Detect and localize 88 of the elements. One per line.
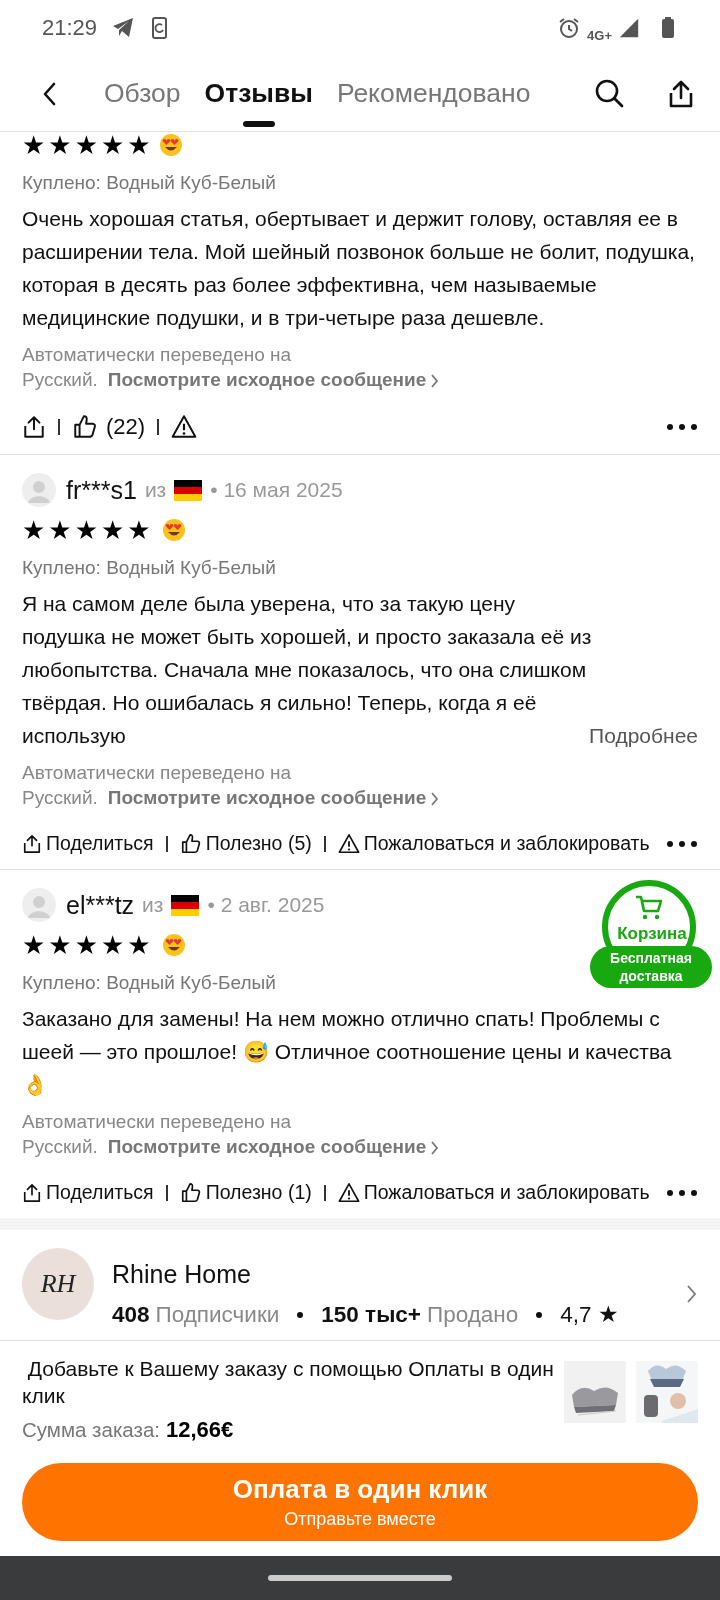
dot-icon: [297, 1311, 304, 1318]
followers-label: Подписчики: [155, 1301, 280, 1328]
original-link[interactable]: Посмотрите исходное сообщение: [107, 787, 440, 808]
share-icon: [22, 1182, 42, 1203]
share-button[interactable]: [22, 415, 46, 439]
heart-eyes-emoji-icon: [161, 518, 186, 542]
total-amount: 12,66€: [166, 1417, 234, 1443]
helpful-button[interactable]: Полезно (1): [179, 1181, 312, 1204]
from-label: из: [142, 893, 164, 917]
store-name: Rhine Home: [112, 1260, 252, 1289]
purchased-variant: Куплено: Водный Куб-Белый: [22, 557, 276, 579]
flag-icon: [174, 479, 203, 501]
review-text: Очень хорошая статья, обертывает и держит голову, оставляя ее в расширении тела. Мой шейный позвонок больше не болит, подушка, которая в десять раз более эффективна, чем называемые медицинские подушки, и в три-четыре раза дешевле.: [22, 207, 695, 329]
tab[interactable]: Обзор: [104, 78, 181, 127]
followers-count: 408: [112, 1301, 150, 1328]
star-icon: ★: [74, 517, 98, 543]
share-icon: [22, 415, 46, 439]
more-icon[interactable]: [666, 1188, 698, 1197]
star-icon: ★: [100, 932, 125, 958]
share-button[interactable]: Поделиться: [22, 832, 154, 855]
avatar-icon: [22, 888, 56, 922]
star-icon: ★: [22, 517, 46, 543]
star-icon: ★: [22, 132, 46, 158]
chevron-icon: [430, 792, 440, 806]
share-icon: [22, 833, 42, 854]
star-icon: ★: [127, 517, 151, 543]
thumbs-up-icon: [179, 832, 202, 855]
store-logo: RH: [22, 1248, 94, 1320]
star-icon: ★: [48, 132, 72, 158]
chevron-icon: [430, 1141, 440, 1155]
warning-icon: [337, 832, 360, 855]
star-icon: ★: [100, 517, 125, 543]
review-text: Заказано для замены! На нем можно отлично спать! Проблемы с шеей — это прошлое! 😅 Отличное соотношение цены и качества 👌: [22, 1007, 672, 1096]
star-icon: ★: [22, 932, 46, 958]
translation-note: Автоматически переведено на Русский. Посмотрите исходное сообщение: [22, 342, 698, 392]
more-icon[interactable]: [666, 839, 698, 848]
report-button[interactable]: [171, 414, 198, 440]
sold-label: Продано: [427, 1301, 519, 1328]
order-message: Добавьте к Вашему заказу с помощью Оплаты в один клик: [22, 1356, 554, 1409]
star-icon: ★: [48, 517, 72, 543]
flag-icon: [171, 894, 200, 916]
clock-time: 21:29: [42, 15, 98, 41]
star-icon: ★: [48, 932, 72, 958]
sold-count: 150 тыс+: [321, 1301, 421, 1328]
from-label: из: [144, 478, 167, 502]
helpful-button[interactable]: (22): [72, 414, 146, 440]
original-link[interactable]: Посмотрите исходное сообщение: [107, 369, 440, 390]
search-icon[interactable]: [594, 77, 626, 110]
heart-eyes-emoji-icon: [158, 133, 183, 157]
warning-icon: [171, 414, 198, 440]
telegram-icon: [111, 16, 136, 40]
heart-eyes-emoji-icon: [161, 933, 186, 957]
dot-icon: [536, 1311, 543, 1318]
star-icon: ★: [74, 132, 98, 158]
chevron-right-icon[interactable]: [686, 1285, 696, 1303]
thumbs-up-icon: [72, 414, 98, 440]
original-link[interactable]: Посмотрите исходное сообщение: [107, 1136, 440, 1157]
thumbs-up-icon: [179, 1181, 202, 1204]
more-icon[interactable]: [666, 423, 698, 431]
review-date: • 2 авг. 2025: [207, 893, 325, 917]
home-handle[interactable]: [268, 1575, 452, 1581]
cart-icon: [634, 894, 664, 922]
more-link[interactable]: Подробнее: [589, 719, 698, 752]
user-name: fr***s1: [66, 475, 137, 505]
total-label: Сумма заказа:: [22, 1418, 160, 1442]
report-button[interactable]: Пожаловаться и заблокировать: [337, 832, 650, 855]
purchased-variant: Куплено: Водный Куб-Белый: [22, 972, 276, 994]
store-rating: 4,7: [560, 1301, 592, 1328]
star-icon: ★: [100, 132, 125, 158]
review-date: • 16 мая 2025: [210, 478, 343, 502]
translation-note: Автоматически переведено на Русский. Посмотрите исходное сообщение: [22, 1109, 698, 1159]
tab[interactable]: Отзывы: [204, 78, 313, 127]
star-icon: ★: [127, 132, 151, 158]
translation-note: Автоматически переведено на Русский. Посмотрите исходное сообщение: [22, 760, 698, 810]
tab[interactable]: Рекомендовано: [336, 78, 531, 127]
star-icon: ★: [597, 1301, 619, 1328]
report-button[interactable]: Пожаловаться и заблокировать: [337, 1181, 650, 1204]
purchased-variant: Куплено: Водный Куб-Белый: [22, 172, 276, 194]
share-button[interactable]: Поделиться: [22, 1181, 154, 1204]
signal-icon: [618, 17, 640, 39]
avatar-icon: [22, 473, 56, 507]
chevron-icon: [430, 374, 440, 388]
helpful-button[interactable]: Полезно (5): [179, 832, 312, 855]
star-icon: ★: [74, 932, 98, 958]
star-icon: ★: [127, 932, 151, 958]
user-name: el***tz: [66, 890, 135, 920]
network-type: 4G+: [587, 27, 612, 43]
warning-icon: [337, 1181, 360, 1204]
